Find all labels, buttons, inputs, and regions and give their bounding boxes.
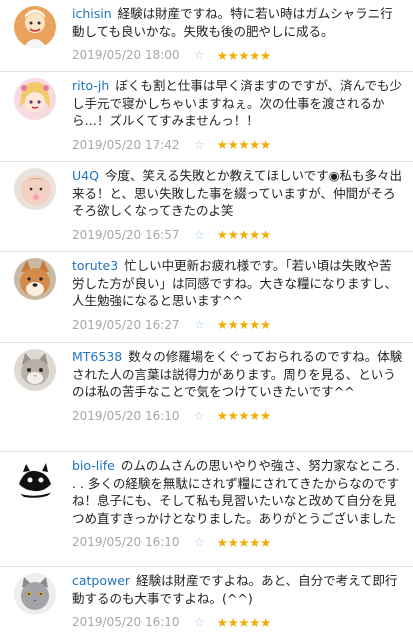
star-outline-icon[interactable]: ☆ (194, 615, 205, 629)
username[interactable]: U4Q (72, 168, 99, 183)
username[interactable]: ichisin (72, 6, 112, 21)
star-outline-icon[interactable]: ☆ (194, 48, 205, 62)
gray-cat-avatar-icon (14, 573, 56, 615)
comment-item: ichisin 経験は財産ですね。特に若い時はガムシャラニ行動しても良いかな。失敗… (0, 0, 413, 72)
baby-photo-avatar-icon (14, 168, 56, 210)
rating-stars: ★★★★★ (216, 614, 271, 630)
star-outline-icon[interactable]: ☆ (194, 318, 205, 332)
star-outline-icon[interactable]: ☆ (194, 228, 205, 242)
comment-text: ぼくも割と仕事は早く済ますのですが、済んでも少し手元で寝かしちゃいますねぇ。次の… (72, 78, 402, 129)
comment-date: 2019/05/20 16:10 (72, 615, 180, 630)
rating-stars: ★★★★★ (216, 137, 271, 153)
avatar-torute3[interactable] (14, 258, 56, 300)
star-outline-icon[interactable]: ☆ (194, 535, 205, 549)
comment-text: 今度、笑える失敗とか教えてほしいです◉私も多々出来る！と、思い失敗した事を綴って… (72, 168, 402, 219)
avatar-rito-jh[interactable] (14, 78, 56, 120)
comment-date: 2019/05/20 16:27 (72, 317, 180, 332)
rating-stars: ★★★★★ (216, 534, 271, 550)
comment-text: 忙しい中更新お疲れ様です。「若い頃は失敗や苦労した方が良い」は同感ですね。大きな… (72, 258, 398, 309)
comment-date: 2019/05/20 16:57 (72, 227, 180, 242)
comment-item: catpower 経験は財産ですよね。あと、自分で考えて即行動するのも大事ですよね… (0, 567, 413, 640)
avatar-mt6538[interactable] (14, 349, 56, 391)
avatar-bio-life[interactable] (14, 458, 56, 500)
comment-item: torute3 忙しい中更新お疲れ様です。「若い頃は失敗や苦労した方が良い」は同感… (0, 252, 413, 343)
comment-date: 2019/05/20 16:10 (72, 408, 180, 423)
rating-stars: ★★★★★ (216, 408, 271, 424)
star-outline-icon[interactable]: ☆ (194, 138, 205, 152)
comment-item: bio-life のムのムさんの思いやりや強さ、努力家なところ. . . 多くの経… (0, 452, 413, 567)
username[interactable]: torute3 (72, 258, 118, 273)
avatar-u4q[interactable] (14, 168, 56, 210)
comment-date: 2019/05/20 18:00 (72, 48, 180, 63)
avatar-catpower[interactable] (14, 573, 56, 615)
comment-item: MT6538 数々の修羅場をくぐっておられるのですね。体験された人の言葉は説得力が… (0, 343, 413, 452)
comment-text: 経験は財産ですね。特に若い時はガムシャラニ行動しても良いかな。失敗も後の肥やしに… (72, 6, 393, 39)
username[interactable]: MT6538 (72, 349, 122, 364)
username[interactable]: catpower (72, 573, 130, 588)
comment-text: のムのムさんの思いやりや強さ、努力家なところ. . . 多くの経験を無駄にされず… (72, 458, 400, 526)
anime-character-avatar-icon (14, 6, 56, 48)
shiba-dog-avatar-icon (14, 258, 56, 300)
rating-stars: ★★★★★ (216, 317, 271, 333)
cat-photo-avatar-icon (14, 349, 56, 391)
username[interactable]: bio-life (72, 458, 115, 473)
rating-stars: ★★★★★ (216, 227, 271, 243)
rating-stars: ★★★★★ (216, 47, 271, 63)
username[interactable]: rito-jh (72, 78, 109, 93)
avatar-ichisin[interactable] (14, 6, 56, 48)
ink-cat-drawing-avatar-icon (14, 458, 56, 500)
comment-item: rito-jh ぼくも割と仕事は早く済ますのですが、済んでも少し手元で寝かしちゃい… (0, 72, 413, 162)
star-outline-icon[interactable]: ☆ (194, 409, 205, 423)
comment-date: 2019/05/20 17:42 (72, 137, 180, 152)
comment-list: ichisin 経験は財産ですね。特に若い時はガムシャラニ行動しても良いかな。失敗… (0, 0, 413, 640)
comment-date: 2019/05/20 16:10 (72, 535, 180, 550)
anime-girl-avatar-icon (14, 78, 56, 120)
comment-item: U4Q 今度、笑える失敗とか教えてほしいです◉私も多々出来る！と、思い失敗した事を… (0, 162, 413, 252)
